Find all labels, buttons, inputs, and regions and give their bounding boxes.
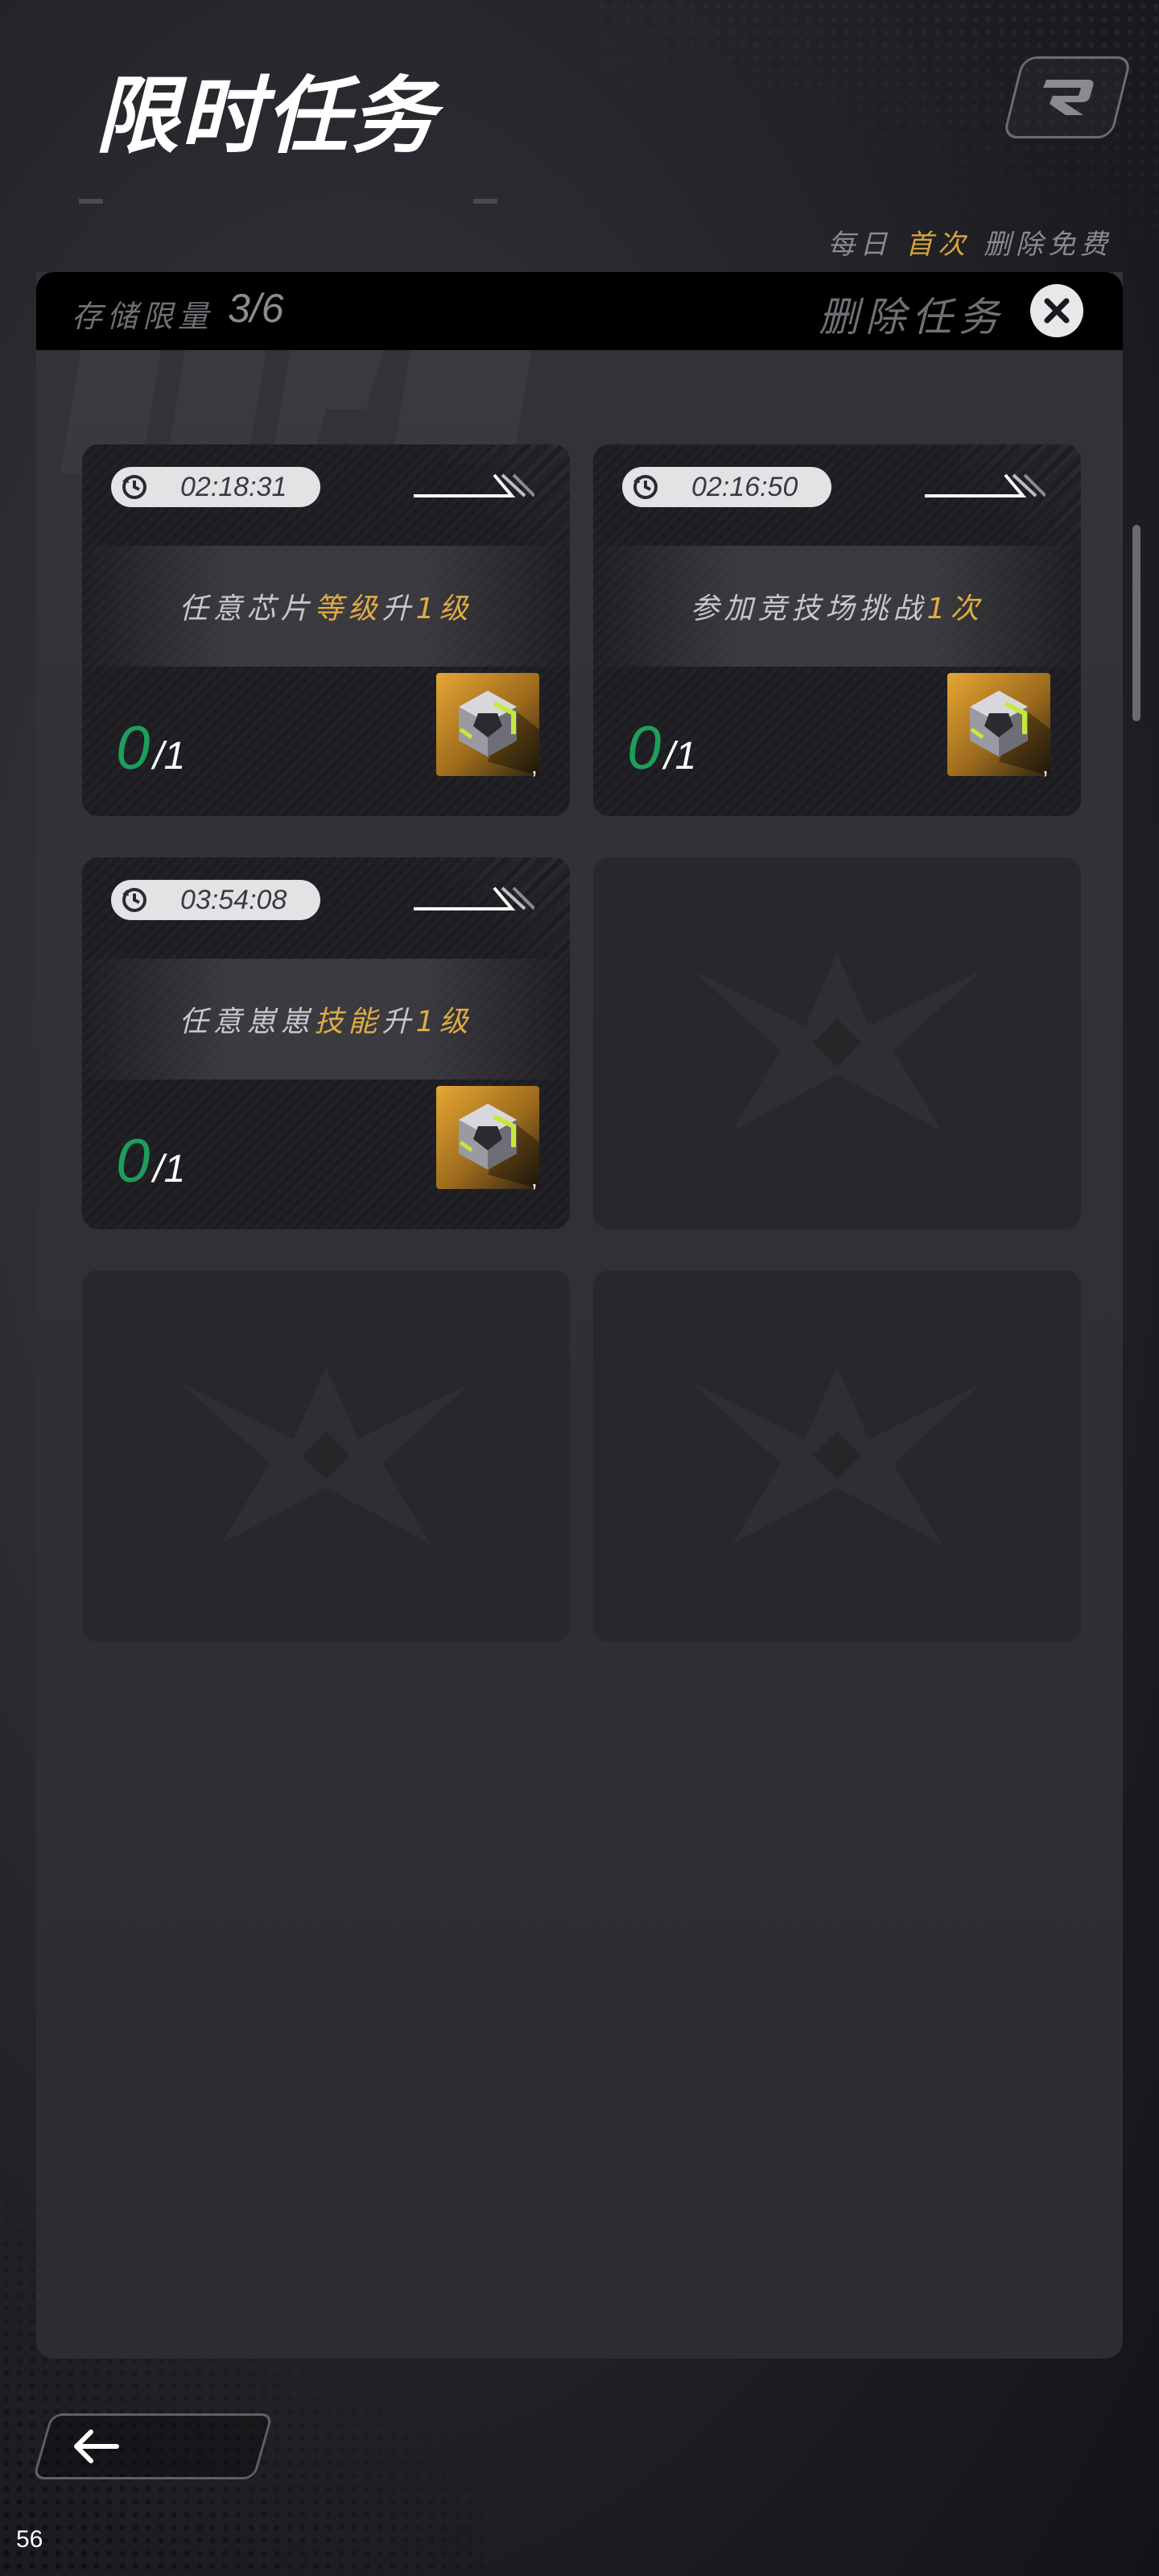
empty-task-slot [593, 857, 1081, 1229]
subtitle-decoration [79, 187, 497, 216]
arrow-left-icon [74, 2429, 119, 2463]
task-progress: 0/1 [116, 1127, 186, 1195]
r-logo-icon [1043, 80, 1094, 115]
back-button[interactable] [32, 2413, 274, 2479]
corner-logo-button[interactable] [1002, 56, 1132, 138]
reward-count: , [531, 1166, 538, 1191]
chip-cube-icon [459, 1104, 539, 1189]
task-progress: 0/1 [627, 714, 697, 782]
daily-note-prefix: 每日 [827, 229, 893, 261]
empty-task-slot [593, 1270, 1081, 1642]
daily-note-highlight: 首次 [905, 229, 971, 261]
close-button[interactable] [1030, 284, 1083, 337]
timer-text: 02:18:31 [180, 472, 287, 502]
scrollbar[interactable] [1132, 525, 1140, 721]
task-card[interactable]: 02:16:50 参加竞技场挑战1次 0/1 , [593, 444, 1081, 816]
chip-cube-icon [970, 691, 1050, 776]
page-title: 限时任务 [95, 67, 437, 165]
daily-free-delete-note: 每日 首次 删除免费 [827, 222, 1112, 262]
timer-text: 03:54:08 [180, 885, 287, 915]
task-panel: 存储限量 3/6 删除任务 02:18:31 任意芯片等级升1级 0/1 , 0… [36, 272, 1123, 2359]
timer-reset-icon [122, 475, 146, 499]
timer-text: 02:16:50 [691, 472, 798, 502]
chip-cube-icon [459, 691, 539, 776]
reward-item[interactable] [947, 673, 1050, 776]
star-emblem-icon [813, 1018, 861, 1067]
task-description: 参加竞技场挑战1次 [690, 592, 984, 625]
task-description: 任意崽崽技能升1级 [179, 1005, 473, 1038]
timer-pill: 03:54:08 [111, 880, 320, 920]
task-card[interactable]: 03:54:08 任意崽崽技能升1级 0/1 , [82, 857, 570, 1229]
speed-lines-icon [414, 886, 534, 910]
storage-value: 3/6 [228, 286, 284, 331]
delete-task-button[interactable]: 删除任务 [819, 285, 1005, 343]
close-icon [1044, 298, 1070, 324]
task-description: 任意芯片等级升1级 [179, 592, 473, 625]
timer-reset-icon [633, 475, 658, 499]
storage-label: 存储限量 [72, 299, 214, 334]
timer-reset-icon [122, 888, 146, 912]
reward-count: , [1042, 753, 1049, 778]
task-progress: 0/1 [116, 714, 186, 782]
speed-lines-icon [414, 473, 534, 497]
daily-note-suffix: 删除免费 [984, 229, 1112, 261]
task-card[interactable]: 02:18:31 任意芯片等级升1级 0/1 , [82, 444, 570, 816]
timer-pill: 02:18:31 [111, 467, 320, 507]
timer-pill: 02:16:50 [622, 467, 831, 507]
star-emblem-icon [813, 1431, 861, 1480]
reward-item[interactable] [436, 673, 539, 776]
empty-task-slot [82, 1270, 570, 1642]
fps-counter: 56 [16, 2526, 43, 2553]
panel-header: 存储限量 3/6 删除任务 [36, 272, 1123, 350]
star-emblem-icon [302, 1431, 350, 1480]
reward-item[interactable] [436, 1086, 539, 1189]
reward-count: , [531, 753, 538, 778]
speed-lines-icon [925, 473, 1046, 497]
